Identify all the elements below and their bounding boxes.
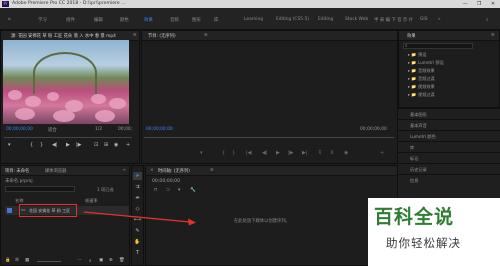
watermark-logo: 百科全说 助你轻松解决 [368,198,500,266]
annotation-arrow-head [188,218,196,226]
annotation-arrow-line [83,211,191,223]
watermark-subtitle: 助你轻松解决 [386,236,461,250]
watermark-title: 百科全说 [374,206,455,228]
